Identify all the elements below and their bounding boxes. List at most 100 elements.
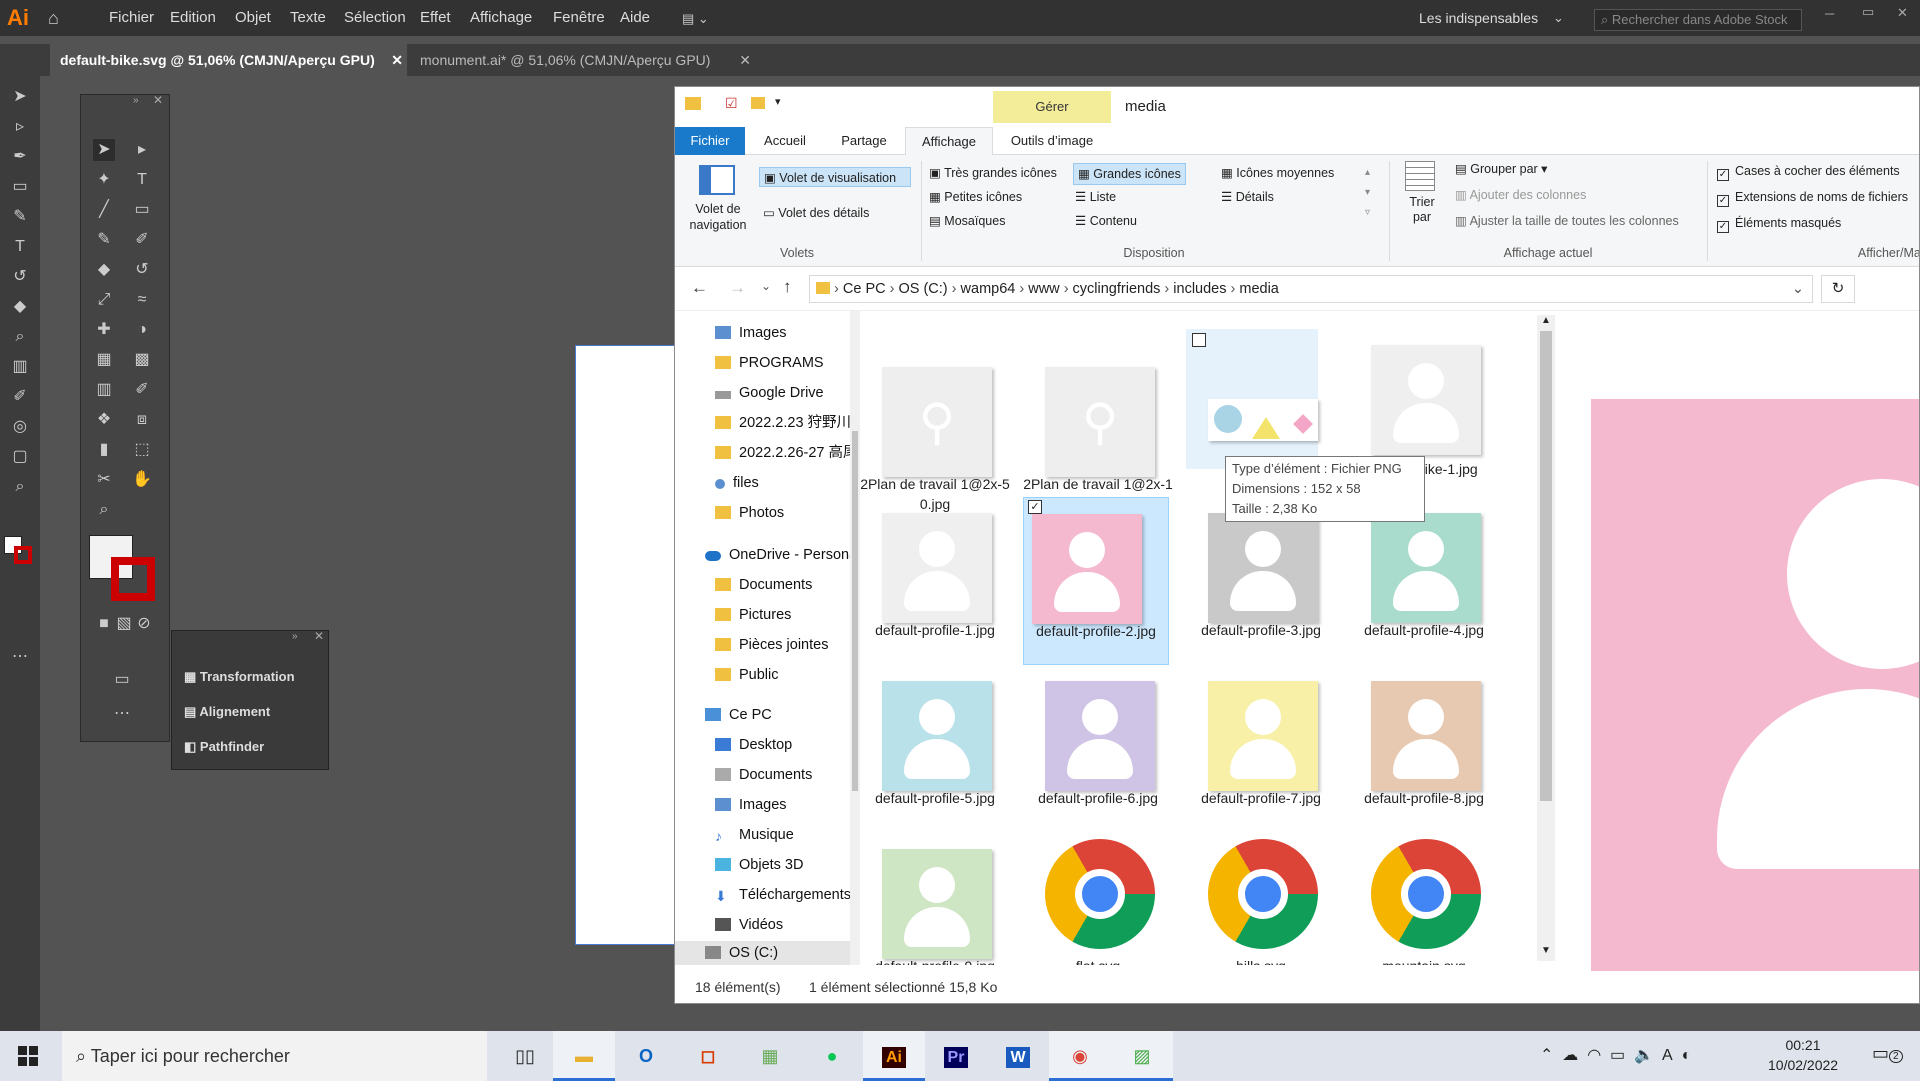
file-extensions-toggle[interactable]: ✓ Extensions de noms de fichiers — [1717, 187, 1908, 207]
breadcrumb-item[interactable]: OS (C:) — [899, 281, 948, 297]
home-icon[interactable]: ⌂ — [48, 8, 68, 28]
file-item[interactable]: default-profile-6.jpg — [1023, 665, 1158, 825]
type-tool-icon[interactable]: T — [131, 169, 153, 191]
tab-fichier[interactable]: Fichier — [675, 127, 745, 155]
outlook-icon[interactable]: O — [615, 1031, 677, 1081]
brush-tool-icon[interactable]: ✎ — [9, 206, 31, 228]
direct-selection-tool-icon[interactable]: ▹ — [9, 116, 31, 138]
selection-tool-icon[interactable]: ➤ — [9, 86, 31, 108]
magic-wand-icon[interactable]: ✦ — [93, 169, 115, 191]
slice-tool-icon[interactable]: ⧈ — [131, 409, 153, 431]
file-item[interactable]: ⚲ 2Plan de travail 1@2x-100.jpg — [1023, 351, 1173, 512]
close-icon[interactable]: ✕ — [739, 44, 751, 76]
ime-icon[interactable]: A — [1662, 1047, 1673, 1064]
breadcrumb-item[interactable]: includes — [1173, 281, 1226, 297]
volume-icon[interactable]: 🔈 — [1634, 1047, 1654, 1064]
file-item[interactable]: default-profile-9.jpg — [860, 833, 995, 965]
panel-alignement[interactable]: ▤ Alignement — [184, 702, 270, 722]
eraser-tool-icon[interactable]: ◆ — [9, 296, 31, 318]
file-item[interactable]: ⚲ 2Plan de travail 1@2x-50.jpg — [860, 351, 1010, 512]
layout-list[interactable]: ☰ Liste — [1075, 187, 1116, 207]
pen-tool-icon[interactable]: ✒ — [9, 146, 31, 168]
qat-dropdown-icon[interactable]: ▾ — [775, 95, 781, 108]
breadcrumb-item[interactable]: cyclingfriends — [1073, 281, 1161, 297]
layout-scroll-icon[interactable]: ▴ ▾ ▿ — [1365, 163, 1370, 223]
rotate-tool-icon[interactable]: ↺ — [131, 259, 153, 281]
breadcrumb-item[interactable]: www — [1028, 281, 1059, 297]
lasso-tool-icon[interactable]: ⌕ — [9, 326, 31, 348]
file-item[interactable]: mountain.svg — [1349, 833, 1481, 965]
none-mode-icon[interactable]: ⊘ — [133, 613, 155, 635]
fit-columns-button[interactable]: ▥ Ajuster la taille de toutes les colonn… — [1455, 211, 1679, 231]
nav-scrollbar[interactable] — [850, 311, 860, 965]
menu-aide[interactable]: Aide — [620, 0, 650, 36]
close-icon[interactable]: ✕ — [1897, 5, 1908, 21]
menu-texte[interactable]: Texte — [290, 0, 326, 36]
nav-item-programs[interactable]: PROGRAMS — [715, 351, 824, 375]
nav-item-google-drive[interactable]: Google Drive — [715, 381, 824, 405]
nav-item-folder[interactable]: 2022.2.23 狩野川 — [715, 411, 850, 435]
nav-item-folder[interactable]: 2022.2.26-27 高尾 — [715, 441, 850, 465]
breadcrumb-item[interactable]: wamp64 — [961, 281, 1016, 297]
collapse-icon[interactable]: » — [292, 631, 298, 642]
eyedropper-tool-icon[interactable]: ✐ — [9, 386, 31, 408]
zoom-tool-icon[interactable]: ⌕ — [9, 476, 31, 498]
nav-item-pictures[interactable]: Pictures — [715, 603, 791, 627]
file-item[interactable]: default-profile-5.jpg — [860, 665, 995, 825]
forward-arrow-icon[interactable]: → — [729, 278, 746, 298]
file-item-hover[interactable] — [1186, 329, 1318, 469]
premiere-taskbar-icon[interactable]: Pr — [925, 1031, 987, 1081]
close-icon[interactable]: ✕ — [314, 629, 324, 643]
new-folder-icon[interactable] — [751, 97, 765, 109]
group-by-button[interactable]: ▤ Grouper par ▾ — [1455, 159, 1547, 179]
wifi-icon[interactable]: ◠ — [1587, 1047, 1601, 1064]
artboard[interactable] — [575, 345, 680, 945]
layout-very-large-icons[interactable]: ▣ Très grandes icônes — [929, 163, 1057, 183]
layout-large-icons[interactable]: ▦ Grandes icônes — [1073, 163, 1186, 185]
breadcrumb-item[interactable]: Ce PC — [843, 281, 886, 297]
word-taskbar-icon[interactable]: W — [987, 1031, 1049, 1081]
scroll-down-icon[interactable]: ▼ — [1541, 945, 1551, 956]
panel-transformation[interactable]: ▦ Transformation — [184, 667, 295, 687]
artboard-tool-icon[interactable]: ⬚ — [131, 439, 153, 461]
properties-icon[interactable]: ☑ — [725, 95, 738, 112]
nav-item-public[interactable]: Public — [715, 663, 779, 687]
tab-partage[interactable]: Partage — [825, 127, 903, 155]
nav-item-images[interactable]: Images — [715, 793, 787, 817]
close-icon[interactable]: ✕ — [391, 44, 403, 76]
preview-pane-button[interactable]: ▣ Volet de visualisation — [759, 167, 911, 187]
file-item[interactable]: flat.svg — [1023, 833, 1155, 965]
navigation-pane-button[interactable]: Volet de navigation — [681, 201, 755, 233]
nav-item-files[interactable]: files — [715, 471, 759, 495]
illustrator-taskbar-icon[interactable]: Ai — [863, 1031, 925, 1081]
nav-item-onedrive[interactable]: OneDrive - Personal — [705, 543, 850, 567]
office-icon[interactable]: ◻ — [677, 1031, 739, 1081]
breadcrumb-item[interactable]: media — [1239, 281, 1279, 297]
windows-start-icon[interactable] — [18, 1046, 38, 1066]
layout-tiles[interactable]: ▤ Mosaïques — [929, 211, 1005, 231]
tab-accueil[interactable]: Accueil — [747, 127, 823, 155]
menu-objet[interactable]: Objet — [235, 0, 271, 36]
warp-tool-icon[interactable]: ≈ — [131, 289, 153, 311]
knife-tool-icon[interactable]: ✂ — [93, 469, 115, 491]
nav-item-os-c[interactable]: OS (C:) — [675, 941, 850, 965]
file-item[interactable]: default-profile-1.jpg — [860, 497, 995, 657]
item-checkboxes-toggle[interactable]: ✓ Cases à cocher des éléments — [1717, 161, 1900, 181]
direct-selection-tool-icon[interactable]: ▸ — [131, 139, 153, 161]
menu-selection[interactable]: Sélection — [344, 0, 406, 36]
eraser-tool-icon[interactable]: ◆ — [93, 259, 115, 281]
color-app-icon[interactable]: ▦ — [739, 1031, 801, 1081]
content-scrollbar[interactable]: ▲ ▼ — [1537, 315, 1555, 961]
menu-affichage[interactable]: Affichage — [470, 0, 532, 36]
nav-item-musique[interactable]: ♪ Musique — [715, 823, 794, 847]
menu-fichier[interactable]: Fichier — [109, 0, 154, 36]
menu-edition[interactable]: Edition — [170, 0, 216, 36]
stock-search-input[interactable]: ⌕ Rechercher dans Adobe Stock — [1594, 9, 1802, 31]
ime-mode-icon[interactable]: ◐ — [1682, 1047, 1692, 1064]
chevron-down-icon[interactable]: ⌄ — [1792, 276, 1804, 302]
screen-mode-icon[interactable]: ▭ — [111, 669, 133, 691]
blob-brush-icon[interactable]: ✐ — [131, 229, 153, 251]
checkbox-checked-icon[interactable]: ✓ — [1028, 500, 1042, 514]
mesh-tool-icon[interactable]: ▩ — [131, 349, 153, 371]
collapse-icon[interactable]: » — [133, 95, 139, 106]
